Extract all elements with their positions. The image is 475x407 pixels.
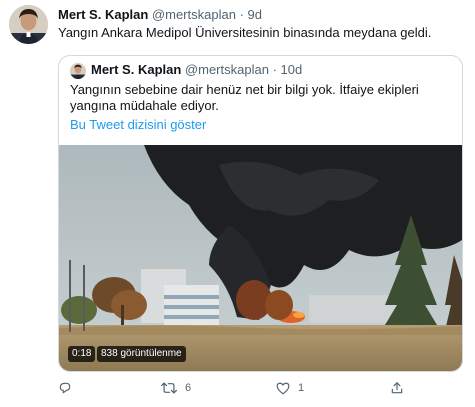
video-duration-badge: 0:18: [68, 346, 96, 362]
quoted-author-name: Mert S. Kaplan: [91, 62, 182, 77]
retweet-icon: [161, 381, 177, 395]
quoted-header: Mert S. Kaplan @mertskaplan · 10d: [91, 62, 302, 77]
like-button[interactable]: 1: [276, 379, 304, 397]
reply-icon: [58, 381, 72, 395]
quoted-text-line-1: Yangının sebebine dair henüz net bir bil…: [70, 82, 419, 97]
author-handle[interactable]: @mertskaplan: [152, 7, 236, 22]
share-button[interactable]: [390, 379, 404, 397]
video-views-badge: 838 görüntülenme: [97, 346, 186, 362]
reply-button[interactable]: [58, 379, 72, 397]
separator: ·: [272, 62, 277, 77]
author-name[interactable]: Mert S. Kaplan: [58, 7, 148, 22]
quoted-timestamp: 10d: [280, 62, 303, 77]
heart-icon: [276, 382, 290, 395]
action-bar: 6 1: [58, 379, 358, 397]
quoted-tweet[interactable]: Mert S. Kaplan @mertskaplan · 10d Yangın…: [58, 55, 463, 372]
like-count: 1: [298, 382, 305, 394]
tweet[interactable]: Mert S. Kaplan @mertskaplan · 9d Yangın …: [0, 0, 475, 407]
timestamp[interactable]: 9d: [248, 7, 262, 22]
quoted-author-handle: @mertskaplan: [184, 62, 269, 77]
video-frame: [59, 145, 462, 371]
tweet-text: Yangın Ankara Medipol Üniversitesinin bi…: [58, 25, 432, 40]
retweet-count: 6: [185, 382, 192, 394]
show-thread-link[interactable]: Bu Tweet dizisini göster: [70, 117, 206, 132]
share-icon: [390, 381, 404, 395]
quoted-avatar: [70, 63, 86, 79]
avatar[interactable]: [9, 5, 48, 44]
quoted-text-line-2: yangına müdahale ediyor.: [70, 98, 219, 113]
separator: ·: [239, 7, 244, 22]
tweet-header: Mert S. Kaplan @mertskaplan · 9d: [58, 7, 262, 22]
retweet-button[interactable]: 6: [161, 379, 191, 397]
video-player[interactable]: 0:18 838 görüntülenme: [59, 145, 462, 371]
quoted-text: Yangının sebebine dair henüz net bir bil…: [70, 82, 430, 114]
